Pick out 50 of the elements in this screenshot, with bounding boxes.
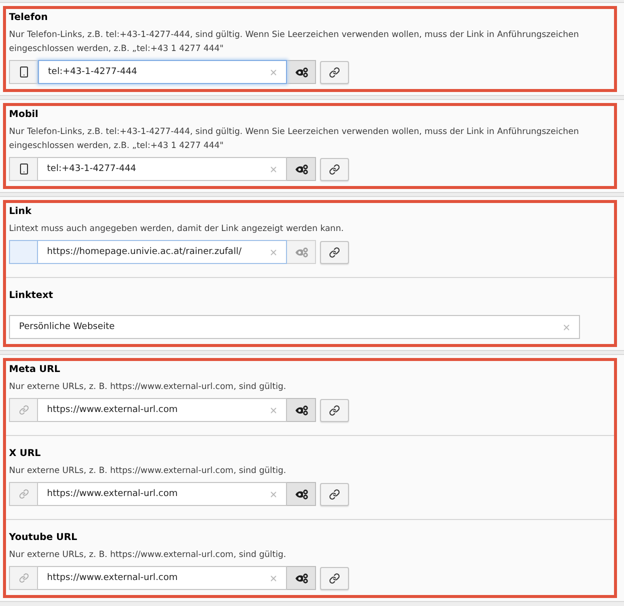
field-description: Nur Telefon-Links, z.B. tel:+43-1-4277-444, sind gültig. Wenn Sie Leerzeichen verwenden wollen, muss der Link in Anführungszeichen eingeschlossen werden, z.B. „tel:+43 1 4277 444" bbox=[9, 29, 580, 56]
field-description: Nur externe URLs, z. B. https://www.external-url.com, sind gültig. bbox=[9, 465, 288, 478]
eye-chain-icon bbox=[294, 404, 308, 416]
url-input[interactable]: https://www.external-url.com bbox=[38, 482, 287, 506]
link-button[interactable] bbox=[320, 158, 349, 180]
eye-chain-icon bbox=[294, 164, 308, 174]
phone-icon bbox=[18, 163, 30, 175]
link-button[interactable] bbox=[320, 240, 349, 264]
field-description: Lintext muss auch angegeben werden, damit der Link angezeigt werden kann. bbox=[9, 223, 345, 236]
phone-icon bbox=[18, 66, 30, 78]
toggle-button[interactable] bbox=[287, 60, 316, 84]
field-description: Nur externe URLs, z. B. https://www.external-url.com, sind gültig. bbox=[9, 549, 288, 562]
url-input[interactable]: https://www.external-url.com bbox=[38, 398, 287, 422]
link-button[interactable] bbox=[320, 482, 349, 506]
link-icon bbox=[18, 405, 28, 415]
link-button[interactable] bbox=[320, 398, 349, 422]
link-icon bbox=[18, 489, 28, 499]
input-addon bbox=[9, 240, 38, 264]
field-label: Mobil bbox=[9, 108, 40, 122]
eye-chain-icon bbox=[294, 66, 308, 78]
field-label: Link bbox=[9, 205, 32, 219]
toggle-button[interactable] bbox=[287, 157, 316, 181]
link-icon bbox=[329, 66, 340, 78]
link-icon bbox=[329, 572, 340, 584]
toggle-button[interactable] bbox=[287, 482, 316, 506]
url-input[interactable]: https://www.external-url.com bbox=[38, 566, 287, 590]
field-label: Telefon bbox=[9, 11, 49, 25]
toggle-button[interactable] bbox=[287, 240, 316, 264]
link-icon bbox=[329, 404, 340, 416]
field-description: Nur Telefon-Links, z.B. tel:+43-1-4277-444, sind gültig. Wenn Sie Leerzeichen verwenden wollen, muss der Link in Anführungszeichen eingeschlossen werden, z.B. „tel:+43 1 4277 444" bbox=[9, 126, 580, 153]
eye-chain-icon bbox=[294, 572, 308, 584]
url-input[interactable]: tel:+43-1-4277-444 bbox=[38, 60, 287, 84]
link-button[interactable] bbox=[320, 566, 349, 590]
toggle-button[interactable] bbox=[287, 398, 316, 422]
field-description: Nur externe URLs, z. B. https://www.external-url.com, sind gültig. bbox=[9, 381, 288, 394]
link-icon bbox=[329, 246, 340, 258]
link-button[interactable] bbox=[320, 60, 349, 84]
link-icon bbox=[18, 573, 28, 583]
toggle-button[interactable] bbox=[287, 566, 316, 590]
url-input[interactable]: tel:+43-1-4277-444 bbox=[38, 157, 287, 181]
eye-chain-icon bbox=[294, 246, 308, 258]
link-icon bbox=[329, 488, 340, 500]
field-label: Youtube URL bbox=[9, 531, 78, 545]
field-label: X URL bbox=[9, 447, 42, 461]
link-icon bbox=[329, 164, 340, 174]
eye-chain-icon bbox=[294, 488, 308, 500]
text-input[interactable]: Persönliche Webseite bbox=[9, 315, 580, 339]
url-input[interactable]: https://homepage.univie.ac.at/rainer.zufall/ bbox=[38, 240, 287, 264]
field-label: Meta URL bbox=[9, 363, 62, 377]
field-label: Linktext bbox=[9, 289, 54, 303]
